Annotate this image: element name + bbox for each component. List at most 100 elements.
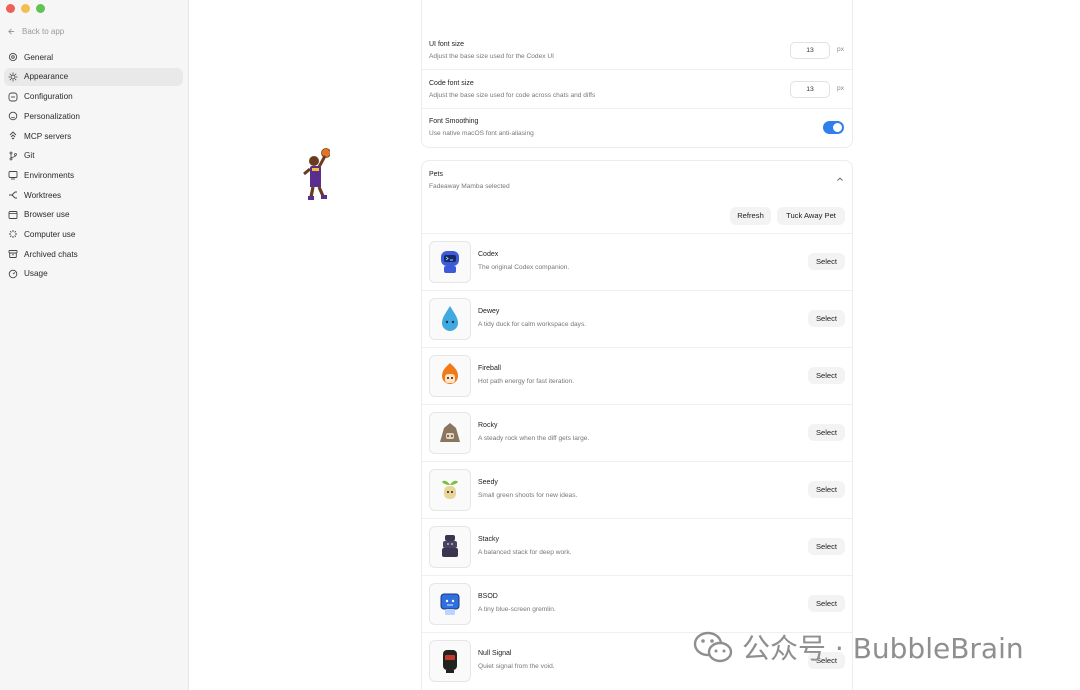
code-font-size-title: Code font size	[429, 80, 474, 87]
code-font-size-input[interactable]: 13	[790, 81, 830, 98]
pet-row-rocky[interactable]: Rocky A steady rock when the diff gets l…	[422, 405, 852, 462]
sidebar-item-label: General	[24, 52, 54, 62]
wechat-icon	[693, 631, 733, 663]
pet-desc: A tiny blue-screen gremlin.	[478, 606, 556, 613]
pet-name: BSOD	[478, 593, 498, 600]
font-smoothing-toggle[interactable]	[823, 121, 844, 134]
code-font-size-unit: px	[837, 85, 844, 92]
stacky-pet-icon	[429, 526, 471, 568]
pet-name: Codex	[478, 251, 499, 258]
gear-icon	[8, 52, 18, 62]
sidebar-item-configuration[interactable]: Configuration	[4, 87, 183, 106]
sidebar-item-archived-chats[interactable]: Archived chats	[4, 245, 183, 264]
pet-row-dewey[interactable]: Dewey A tidy duck for calm workspace day…	[422, 291, 852, 348]
pets-title: Pets	[429, 171, 444, 178]
chevron-up-icon[interactable]	[836, 175, 844, 183]
pet-desc: Hot path energy for fast iteration.	[478, 378, 575, 385]
pet-name: Seedy	[478, 479, 498, 486]
select-button[interactable]: Select	[808, 538, 845, 555]
pet-row-codex[interactable]: Codex The original Codex companion. Sele…	[422, 234, 852, 291]
select-button[interactable]: Select	[808, 595, 845, 612]
tuck-away-pet-button[interactable]: Tuck Away Pet	[777, 207, 845, 225]
sidebar-item-mcp-servers[interactable]: MCP servers	[4, 127, 183, 146]
monitor-icon	[8, 170, 18, 180]
back-to-app-link[interactable]: Back to app	[7, 27, 64, 36]
refresh-button[interactable]: Refresh	[730, 207, 771, 225]
sidebar-item-label: Computer use	[24, 229, 76, 239]
sidebar-item-label: MCP servers	[24, 131, 72, 141]
bsod-pet-icon	[429, 583, 471, 625]
watermark-text: 公众号 · BubbleBrain	[742, 632, 1024, 665]
code-font-size-row: Code font size Adjust the base size used…	[422, 70, 852, 109]
sidebar: Back to app General Appearance Configura…	[0, 0, 189, 690]
sidebar-item-label: Configuration	[24, 92, 73, 102]
pet-row-stacky[interactable]: Stacky A balanced stack for deep work. S…	[422, 519, 852, 576]
font-smoothing-desc: Use native macOS font anti-aliasing	[429, 130, 534, 137]
select-button[interactable]: Select	[808, 367, 845, 384]
sidebar-item-label: Appearance	[24, 72, 69, 82]
null-signal-pet-icon	[429, 640, 471, 682]
sparkle-icon	[8, 229, 18, 239]
sidebar-item-computer-use[interactable]: Computer use	[4, 225, 183, 244]
fireball-pet-icon	[429, 355, 471, 397]
fork-icon	[8, 190, 18, 200]
pet-desc: The original Codex companion.	[478, 264, 570, 271]
sidebar-item-environments[interactable]: Environments	[4, 166, 183, 185]
archive-icon	[8, 249, 18, 259]
pet-name: Dewey	[478, 308, 500, 315]
pet-name: Stacky	[478, 536, 500, 543]
sidebar-item-label: Usage	[24, 269, 48, 279]
watermark: 公众号 · BubbleBrain	[692, 630, 1024, 665]
pet-desc: Small green shoots for new ideas.	[478, 492, 578, 499]
ui-font-size-title: UI font size	[429, 41, 465, 48]
sidebar-item-label: Personalization	[24, 111, 80, 121]
font-smoothing-row: Font Smoothing Use native macOS font ant…	[422, 109, 852, 148]
plug-icon	[8, 131, 18, 141]
pet-name: Null Signal	[478, 650, 512, 657]
fadeaway-mamba-pet-sprite[interactable]	[300, 147, 330, 205]
pets-actions: Refresh Tuck Away Pet	[422, 198, 852, 234]
settings-main: UI font size Adjust the base size used f…	[190, 0, 1080, 690]
branch-icon	[8, 151, 18, 161]
pet-row-seedy[interactable]: Seedy Small green shoots for new ideas. …	[422, 462, 852, 519]
sliders-icon	[8, 92, 18, 102]
zoom-window-button[interactable]	[36, 4, 45, 13]
pet-name: Rocky	[478, 422, 498, 429]
select-button[interactable]: Select	[808, 481, 845, 498]
code-font-size-desc: Adjust the base size used for code acros…	[429, 92, 596, 99]
minimize-window-button[interactable]	[21, 4, 30, 13]
browser-icon	[8, 210, 18, 220]
ui-font-size-unit: px	[837, 46, 844, 53]
sidebar-item-browser-use[interactable]: Browser use	[4, 206, 183, 225]
sidebar-item-usage[interactable]: Usage	[4, 265, 183, 284]
ui-font-size-input[interactable]: 13	[790, 42, 830, 59]
select-button[interactable]: Select	[808, 424, 845, 441]
smile-icon	[8, 111, 18, 121]
select-button[interactable]: Select	[808, 310, 845, 327]
arrow-left-icon	[8, 28, 15, 35]
pet-row-fireball[interactable]: Fireball Hot path energy for fast iterat…	[422, 348, 852, 405]
pets-header[interactable]: Pets Fadeaway Mamba selected	[422, 161, 852, 198]
codex-pet-icon	[429, 241, 471, 283]
sidebar-item-worktrees[interactable]: Worktrees	[4, 186, 183, 205]
sidebar-item-appearance[interactable]: Appearance	[4, 67, 183, 87]
font-settings-card: UI font size Adjust the base size used f…	[421, 0, 853, 148]
sidebar-item-git[interactable]: Git	[4, 146, 183, 165]
sidebar-item-label: Git	[24, 151, 35, 161]
sidebar-item-label: Environments	[24, 170, 75, 180]
close-window-button[interactable]	[6, 4, 15, 13]
pet-desc: A tidy duck for calm workspace days.	[478, 321, 587, 328]
sidebar-item-label: Browser use	[24, 210, 70, 220]
gauge-icon	[8, 269, 18, 279]
ui-font-size-desc: Adjust the base size used for the Codex …	[429, 53, 554, 60]
select-button[interactable]: Select	[808, 253, 845, 270]
pet-row-bsod[interactable]: BSOD A tiny blue-screen gremlin. Select	[422, 576, 852, 633]
sidebar-item-personalization[interactable]: Personalization	[4, 107, 183, 126]
rocky-pet-icon	[429, 412, 471, 454]
pet-desc: Quiet signal from the void.	[478, 663, 555, 670]
pet-name: Fireball	[478, 365, 501, 372]
sidebar-item-general[interactable]: General	[4, 48, 183, 67]
seedy-pet-icon	[429, 469, 471, 511]
dewey-pet-icon	[429, 298, 471, 340]
sidebar-item-label: Archived chats	[24, 249, 78, 259]
